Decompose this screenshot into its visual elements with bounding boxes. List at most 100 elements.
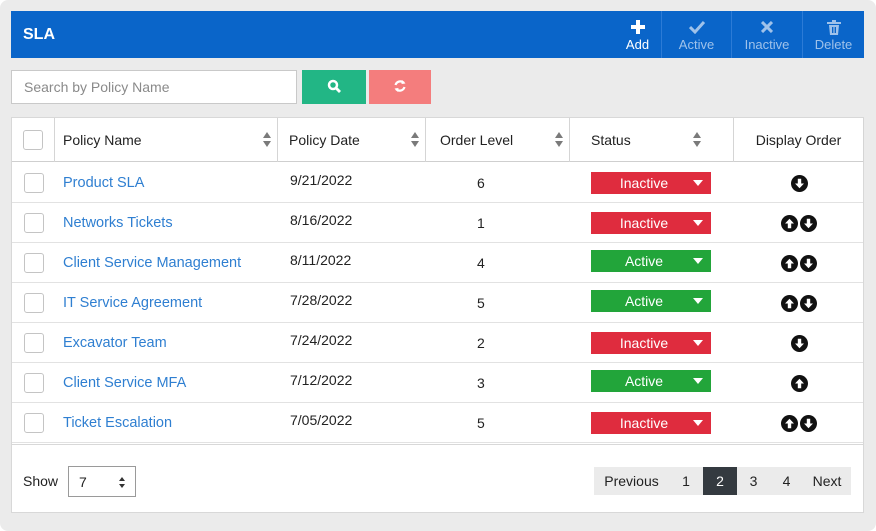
- status-cell: Inactive: [591, 323, 721, 363]
- policy-name-link[interactable]: Client Service Management: [63, 255, 241, 271]
- row-checkbox[interactable]: [23, 173, 44, 193]
- status-cell: Inactive: [591, 163, 721, 203]
- table-row: Networks Tickets 8/16/2022 1 Inactive: [12, 203, 863, 243]
- move-up-icon[interactable]: [790, 374, 808, 392]
- policy-name-cell: Networks Tickets: [63, 203, 278, 243]
- policy-name-link[interactable]: Product SLA: [63, 175, 144, 191]
- policy-name-link[interactable]: Networks Tickets: [63, 215, 173, 231]
- search-button[interactable]: [302, 70, 366, 104]
- reset-button[interactable]: [369, 70, 431, 104]
- page-size-select[interactable]: 7: [68, 466, 136, 497]
- previous-page-button[interactable]: Previous: [594, 467, 669, 495]
- order-level-cell: 6: [477, 163, 517, 203]
- header-policy-name-label: Policy Name: [63, 132, 142, 148]
- order-level: 6: [477, 175, 485, 191]
- display-order-controls: [734, 374, 864, 392]
- trash-icon: [826, 17, 841, 37]
- caret-down-icon: [693, 298, 703, 304]
- move-down-icon[interactable]: [800, 254, 817, 272]
- order-level: 1: [477, 215, 485, 231]
- policy-name-link[interactable]: Ticket Escalation: [63, 415, 172, 431]
- status-dropdown[interactable]: Inactive: [591, 332, 711, 354]
- caret-down-icon: [693, 180, 703, 186]
- row-checkbox[interactable]: [23, 333, 44, 353]
- status-dropdown[interactable]: Active: [591, 250, 711, 272]
- page-button-3[interactable]: 3: [737, 467, 770, 495]
- policy-date: 7/24/2022: [290, 332, 353, 348]
- delete-button[interactable]: Delete: [802, 11, 864, 58]
- add-button[interactable]: Add: [614, 11, 661, 58]
- page-title: SLA: [23, 25, 55, 43]
- display-order-cell: [734, 203, 864, 243]
- sort-icon: [263, 132, 271, 148]
- move-up-icon[interactable]: [781, 214, 798, 232]
- status-dropdown[interactable]: Inactive: [591, 172, 711, 194]
- display-order-controls: [734, 334, 864, 352]
- header-display-order-label: Display Order: [755, 132, 842, 148]
- move-up-icon[interactable]: [781, 294, 798, 312]
- policy-name-link[interactable]: IT Service Agreement: [63, 295, 202, 311]
- policy-date: 7/12/2022: [290, 372, 353, 388]
- page-button-2[interactable]: 2: [703, 467, 737, 495]
- header-status[interactable]: Status: [570, 118, 734, 162]
- status-cell: Active: [591, 241, 721, 281]
- move-down-icon[interactable]: [790, 174, 808, 192]
- status-cell: Inactive: [591, 403, 721, 443]
- display-order-cell: [734, 403, 864, 443]
- status-dropdown[interactable]: Active: [591, 370, 711, 392]
- move-up-icon[interactable]: [781, 414, 798, 432]
- header-bar: SLA Add Active Inactive Delete: [11, 11, 864, 58]
- header-order-level-label: Order Level: [440, 132, 514, 148]
- policy-name-link[interactable]: Client Service MFA: [63, 375, 186, 391]
- page-button-4[interactable]: 4: [770, 467, 803, 495]
- policy-name-cell: Ticket Escalation: [63, 403, 278, 443]
- table-row: Ticket Escalation 7/05/2022 5 Inactive: [12, 403, 863, 443]
- row-select-cell: [12, 363, 55, 403]
- row-checkbox[interactable]: [23, 373, 44, 393]
- page-button-1[interactable]: 1: [669, 467, 703, 495]
- move-up-icon[interactable]: [781, 254, 798, 272]
- activate-button[interactable]: Active: [661, 11, 731, 58]
- move-down-icon[interactable]: [800, 414, 817, 432]
- header-policy-date[interactable]: Policy Date: [278, 118, 426, 162]
- status-cell: Inactive: [591, 203, 721, 243]
- sla-page: SLA Add Active Inactive Delete Search by…: [0, 0, 876, 531]
- status-dropdown[interactable]: Inactive: [591, 412, 711, 434]
- move-down-icon[interactable]: [800, 294, 817, 312]
- policy-date: 7/05/2022: [290, 412, 353, 428]
- header-status-label: Status: [591, 132, 631, 148]
- header-policy-name[interactable]: Policy Name: [55, 118, 278, 162]
- header-order-level[interactable]: Order Level: [426, 118, 570, 162]
- move-down-icon[interactable]: [800, 214, 817, 232]
- display-order-controls: [734, 294, 864, 312]
- policy-name-cell: Excavator Team: [63, 323, 278, 363]
- row-checkbox[interactable]: [23, 413, 44, 433]
- status-dropdown[interactable]: Active: [591, 290, 711, 312]
- deactivate-button[interactable]: Inactive: [731, 11, 802, 58]
- policy-name-cell: IT Service Agreement: [63, 283, 278, 323]
- caret-down-icon: [693, 220, 703, 226]
- table-row: Client Service MFA 7/12/2022 3 Active: [12, 363, 863, 403]
- order-level-cell: 5: [477, 283, 517, 323]
- search-input[interactable]: [11, 70, 297, 104]
- row-checkbox[interactable]: [23, 293, 44, 313]
- display-order-cell: [734, 163, 864, 203]
- display-order-cell: [734, 283, 864, 323]
- policy-date-cell: 9/21/2022: [290, 160, 426, 200]
- next-page-button[interactable]: Next: [803, 467, 851, 495]
- select-all-checkbox[interactable]: [23, 130, 43, 150]
- row-checkbox[interactable]: [23, 213, 44, 233]
- policy-date-cell: 7/24/2022: [290, 320, 426, 360]
- policy-date-cell: 7/05/2022: [290, 400, 426, 440]
- order-level: 5: [477, 415, 485, 431]
- table-row: Client Service Management 8/11/2022 4 Activ…: [12, 243, 863, 283]
- order-level-cell: 1: [477, 203, 517, 243]
- status-dropdown[interactable]: Inactive: [591, 212, 711, 234]
- move-down-icon[interactable]: [790, 334, 808, 352]
- order-level: 3: [477, 375, 485, 391]
- policy-date: 7/28/2022: [290, 292, 353, 308]
- row-select-cell: [12, 403, 55, 443]
- row-checkbox[interactable]: [23, 253, 44, 273]
- policy-name-link[interactable]: Excavator Team: [63, 335, 167, 351]
- table-footer: Show 7 Previous 1 2 3 4 Next: [12, 444, 863, 512]
